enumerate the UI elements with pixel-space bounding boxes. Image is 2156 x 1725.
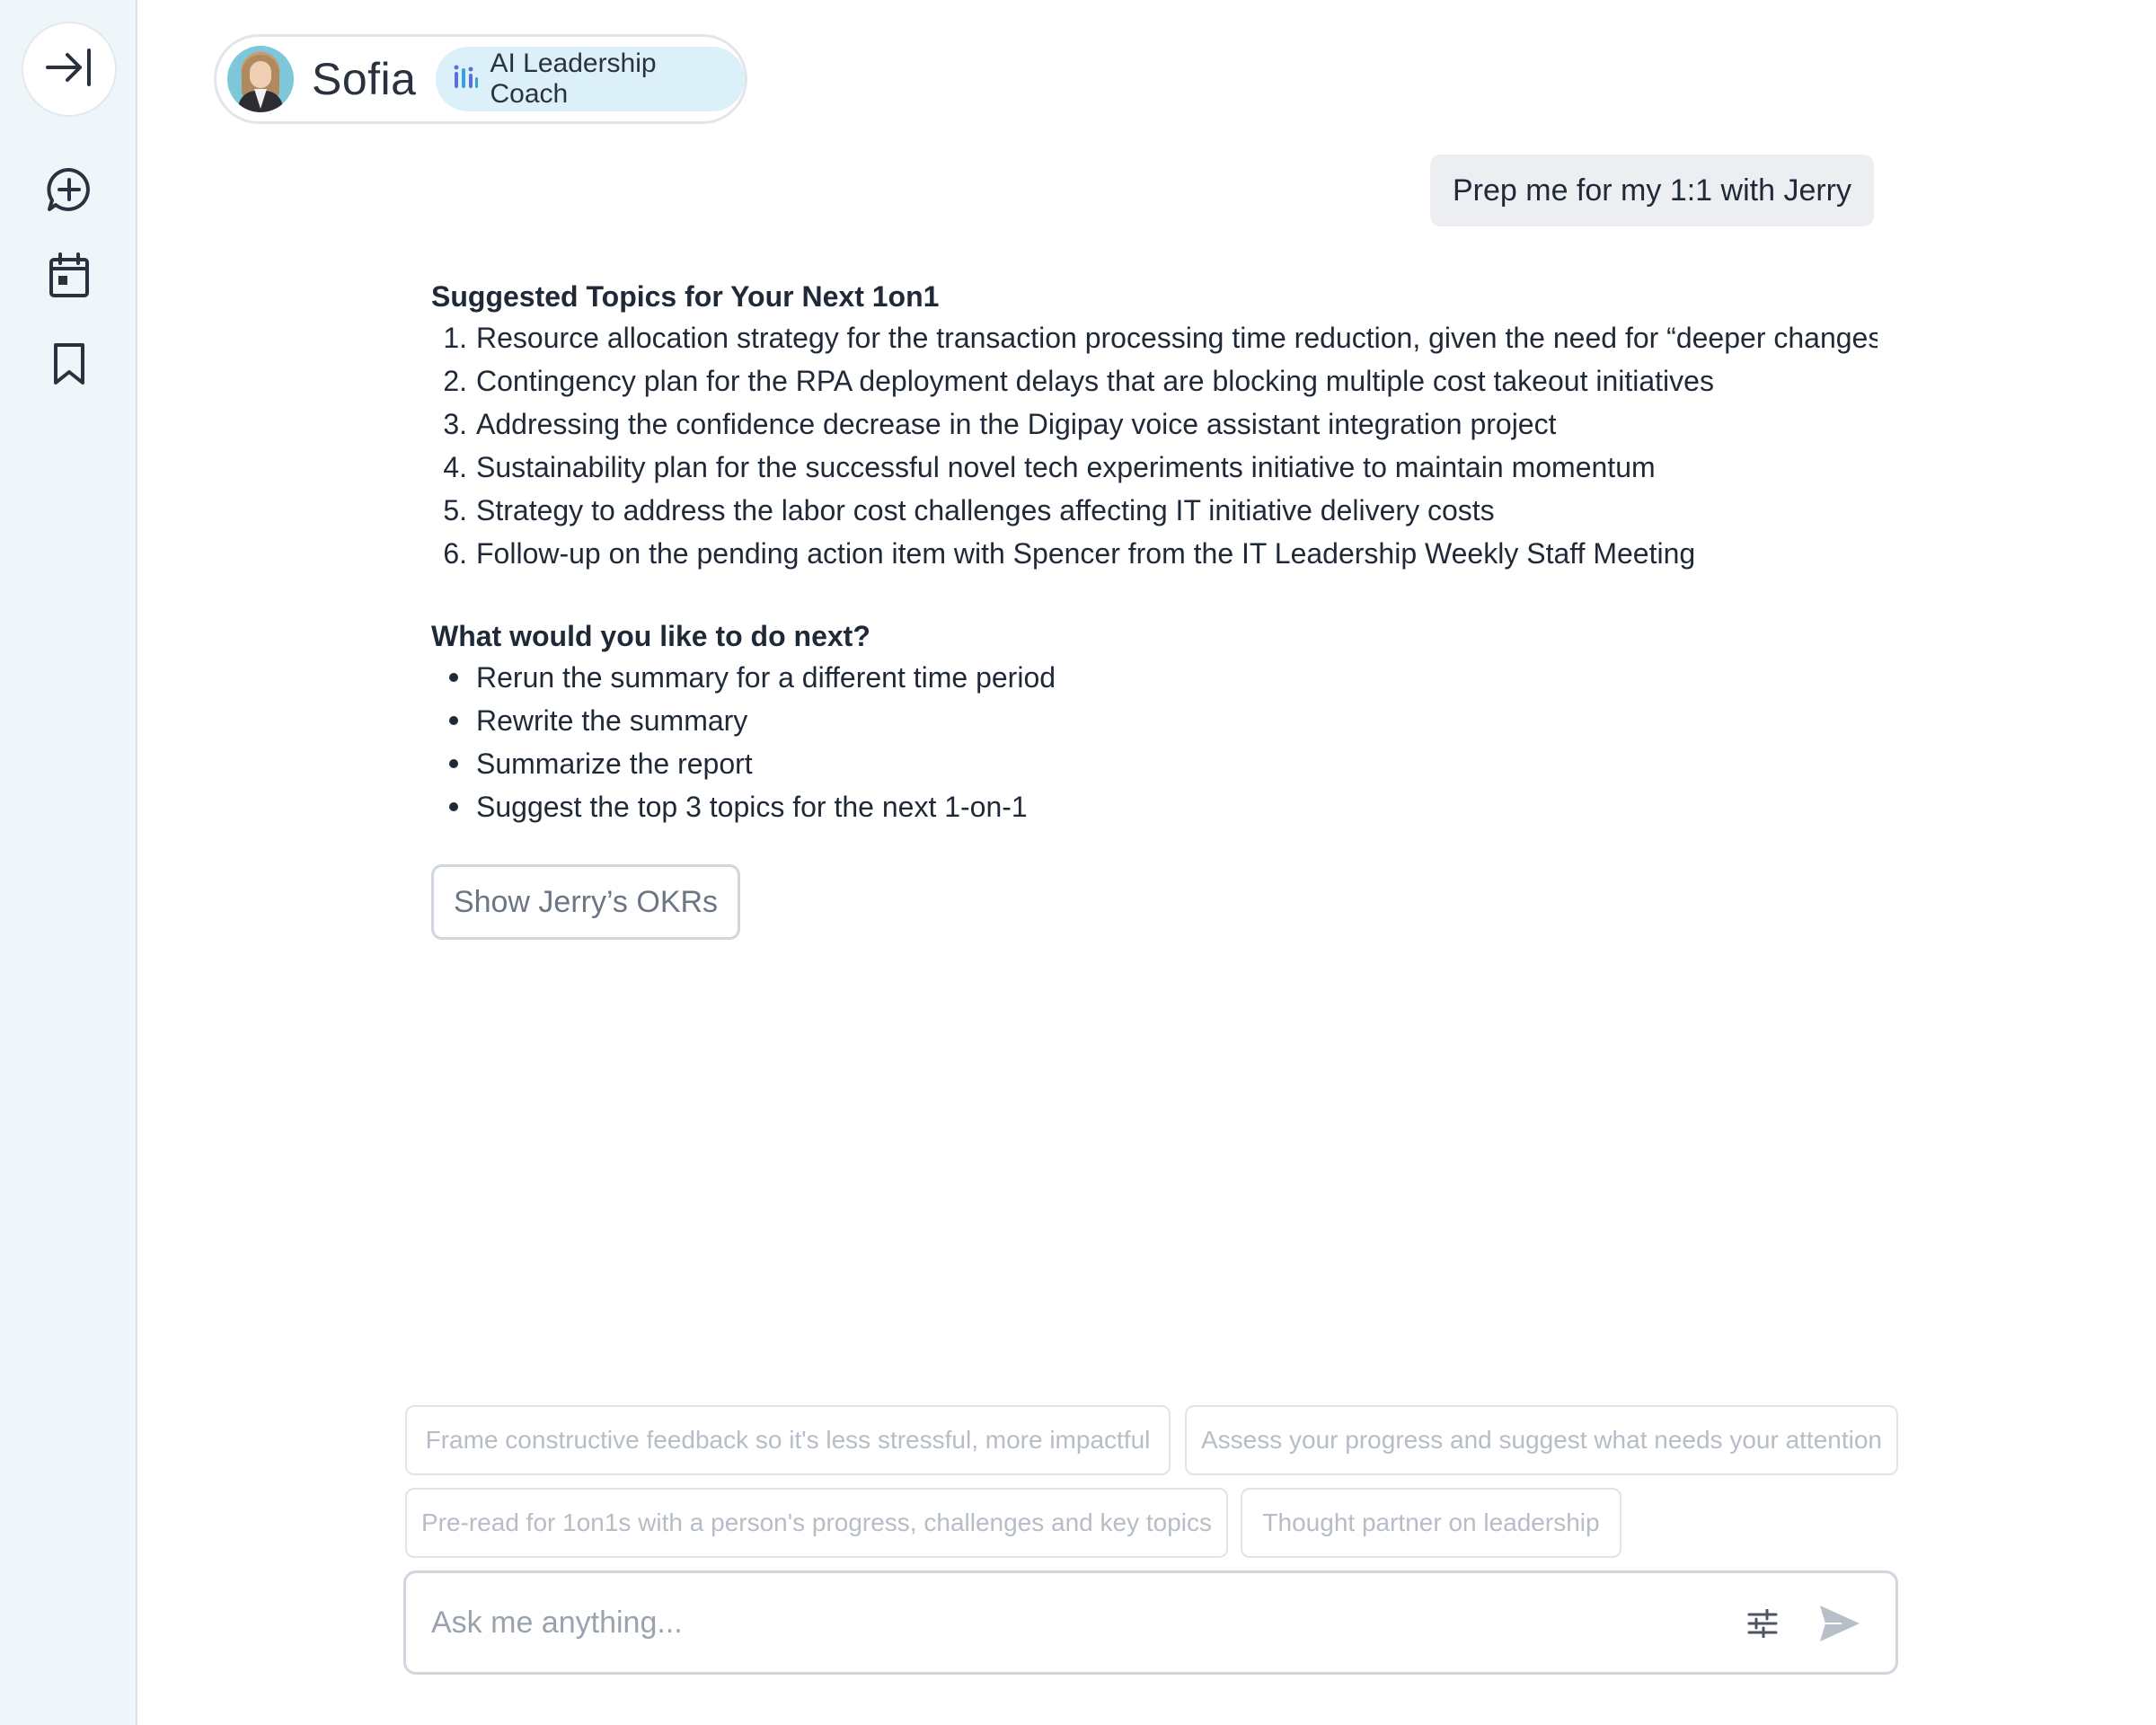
topics-list: 1. Resource allocation strategy for the t… xyxy=(431,316,1878,575)
user-message: Prep me for my 1:1 with Jerry xyxy=(1430,155,1874,226)
settings-button[interactable] xyxy=(1745,1607,1780,1643)
suggestion-chip[interactable]: Frame constructive feedback so it's less… xyxy=(405,1405,1171,1475)
suggestion-chip[interactable]: Assess your progress and suggest what ne… xyxy=(1185,1405,1898,1475)
topic-item: 5. Strategy to address the labor cost cha… xyxy=(443,494,1495,526)
topic-item: 4. Sustainability plan for the successful… xyxy=(443,451,1656,483)
topic-item: 3. Addressing the confidence decrease in … xyxy=(443,408,1557,440)
topics-title: Suggested Topics for Your Next 1on1 xyxy=(431,280,940,313)
suggestion-chip[interactable]: Pre-read for 1on1s with a person's progr… xyxy=(405,1488,1228,1558)
topic-item: 6. Follow-up on the pending action item w… xyxy=(443,537,1696,570)
next-step-option[interactable]: Rerun the summary for a different time p… xyxy=(431,656,1878,699)
next-step-option[interactable]: Rewrite the summary xyxy=(431,699,1878,742)
bookmarks-button[interactable] xyxy=(40,336,99,395)
next-steps-list: Rerun the summary for a different time p… xyxy=(431,656,1878,828)
avatar xyxy=(227,46,294,112)
expand-sidebar-button[interactable] xyxy=(22,22,117,117)
bullet-icon xyxy=(449,716,458,725)
role-badge: AI Leadership Coach xyxy=(436,47,745,111)
send-button[interactable] xyxy=(1816,1602,1863,1649)
bullet-icon xyxy=(449,759,458,768)
suggestion-chip[interactable]: Thought partner on leadership xyxy=(1241,1488,1621,1558)
calendar-button[interactable] xyxy=(40,248,99,307)
ai-sparkle-bars-icon xyxy=(454,65,479,93)
agent-header: Sofia AI Leadership Coach xyxy=(214,34,747,124)
chat-composer xyxy=(403,1570,1898,1675)
assistant-response: Suggested Topics for Your Next 1on1 1. Re… xyxy=(431,277,1878,940)
show-okrs-button[interactable]: Show Jerry’s OKRs xyxy=(431,864,740,940)
next-step-option[interactable]: Summarize the report xyxy=(431,742,1878,785)
sidebar xyxy=(0,0,137,1725)
bullet-icon xyxy=(449,802,458,811)
collapse-right-icon xyxy=(44,45,94,94)
chat-input[interactable] xyxy=(429,1604,1687,1641)
topic-item: 2. Contingency plan for the RPA deploymen… xyxy=(443,365,1714,397)
next-steps-title: What would you like to do next? xyxy=(431,620,870,652)
send-icon xyxy=(1818,1604,1861,1648)
sliders-icon xyxy=(1747,1608,1778,1642)
user-message-text: Prep me for my 1:1 with Jerry xyxy=(1452,172,1851,208)
new-chat-icon xyxy=(45,165,93,218)
agent-name: Sofia xyxy=(312,54,417,104)
new-chat-button[interactable] xyxy=(40,162,99,221)
bullet-icon xyxy=(449,673,458,682)
calendar-icon xyxy=(48,252,91,304)
bookmark-icon xyxy=(51,341,87,391)
role-label: AI Leadership Coach xyxy=(490,49,657,109)
topic-item: 1. Resource allocation strategy for the t… xyxy=(443,322,1878,354)
next-step-option[interactable]: Suggest the top 3 topics for the next 1-… xyxy=(431,785,1878,828)
